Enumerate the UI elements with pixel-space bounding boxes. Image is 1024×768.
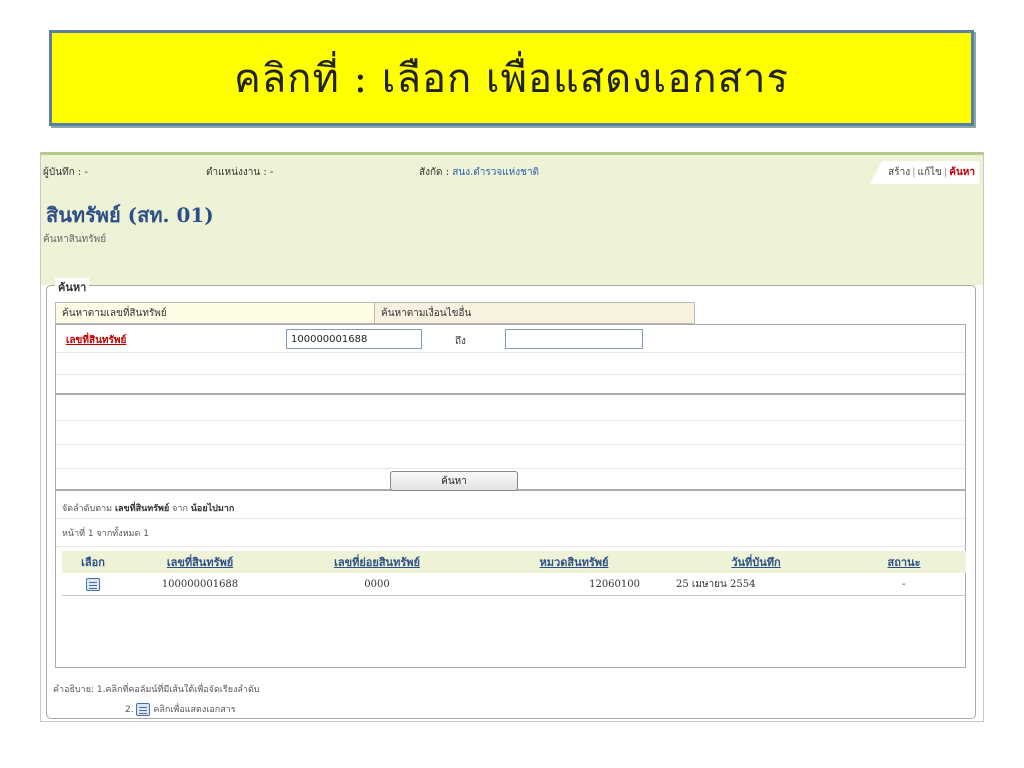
search-tabs: ค้นหาตามเลขที่สินทรัพย์ ค้นหาตามเงื่อนไข… xyxy=(55,302,695,324)
asset-no-label: เลขที่สินทรัพย์ xyxy=(66,335,127,346)
select-cell[interactable] xyxy=(62,573,124,596)
notes-line-2: 2. คลิกเพื่อแสดงเอกสาร xyxy=(125,703,236,716)
position-label: ตำแหน่งงาน : - xyxy=(206,167,274,178)
category-cell: 12060100 xyxy=(478,573,670,596)
asset-no-from-input[interactable] xyxy=(286,329,422,349)
empty-row xyxy=(56,353,965,375)
affiliation-value: สนง.ตำรวจแห่งชาติ xyxy=(452,167,540,178)
search-fieldset: ค้นหา ค้นหาตามเลขที่สินทรัพย์ ค้นหาตามเง… xyxy=(46,278,976,719)
banner-text: คลิกที่ : เลือก เพื่อแสดงเอกสาร xyxy=(234,56,789,102)
page-subtitle: ค้นหาสินทรัพย์ xyxy=(43,234,107,245)
col-asset-no[interactable]: เลขที่สินทรัพย์ xyxy=(124,551,276,573)
asset-no-cell: 100000001688 xyxy=(124,573,276,596)
document-icon[interactable] xyxy=(86,577,100,591)
sort-row xyxy=(56,491,965,519)
results-table: เลือก เลขที่สินทรัพย์ เลขที่ย่อยสินทรัพย… xyxy=(62,551,966,596)
instruction-banner: คลิกที่ : เลือก เพื่อแสดงเอกสาร xyxy=(49,30,974,126)
app-header: ผู้บันทึก : - ตำแหน่งงาน : - สังกัด : สน… xyxy=(41,155,983,285)
table-header-row: เลือก เลขที่สินทรัพย์ เลขที่ย่อยสินทรัพย… xyxy=(62,551,966,573)
col-date[interactable]: วันที่บันทึก xyxy=(670,551,842,573)
page-title: สินทรัพย์ (สท. 01) xyxy=(46,203,214,227)
table-row: 100000001688 0000 12060100 25 เมษายน 255… xyxy=(62,573,966,596)
col-select: เลือก xyxy=(62,551,124,573)
empty-row xyxy=(56,397,965,421)
action-links: สร้าง | แก้ไข | ค้นหา xyxy=(870,161,979,184)
tab-search-by-other[interactable]: ค้นหาตามเงื่อนไขอื่น xyxy=(375,302,695,324)
asset-no-to-input[interactable] xyxy=(505,329,643,349)
col-sub-no[interactable]: เลขที่ย่อยสินทรัพย์ xyxy=(276,551,478,573)
affiliation-label: สังกัด : สนง.ตำรวจแห่งชาติ xyxy=(419,167,540,178)
app-window: ผู้บันทึก : - ตำแหน่งงาน : - สังกัด : สน… xyxy=(40,152,984,722)
status-cell: - xyxy=(842,573,966,596)
notes-line-1: คำอธิบาย: 1.คลิกที่คอลัมน์ที่มีเส้นใต้เพ… xyxy=(53,685,260,695)
search-legend: ค้นหา xyxy=(55,278,90,296)
sub-no-cell: 0000 xyxy=(276,573,478,596)
edit-link[interactable]: แก้ไข xyxy=(918,167,942,178)
search-link[interactable]: ค้นหา xyxy=(949,167,975,178)
document-icon xyxy=(136,703,151,716)
to-label: ถึง xyxy=(455,336,466,347)
create-link[interactable]: สร้าง xyxy=(888,167,910,178)
search-button[interactable]: ค้นหา xyxy=(390,471,518,491)
date-cell: 25 เมษายน 2554 xyxy=(670,573,842,596)
asset-no-row: เลขที่สินทรัพย์ ถึง xyxy=(56,325,965,353)
search-panel: เลขที่สินทรัพย์ ถึง ค้นหา จัดลำดับตาม เล… xyxy=(55,324,966,668)
empty-row xyxy=(56,375,965,395)
page-info-row xyxy=(56,519,965,547)
col-status[interactable]: สถานะ xyxy=(842,551,966,573)
empty-row xyxy=(56,421,965,445)
tab-search-by-asset-no[interactable]: ค้นหาตามเลขที่สินทรัพย์ xyxy=(55,302,375,324)
col-category[interactable]: หมวดสินทรัพย์ xyxy=(478,551,670,573)
recorder-label: ผู้บันทึก : - xyxy=(43,167,89,178)
empty-row xyxy=(56,445,965,469)
